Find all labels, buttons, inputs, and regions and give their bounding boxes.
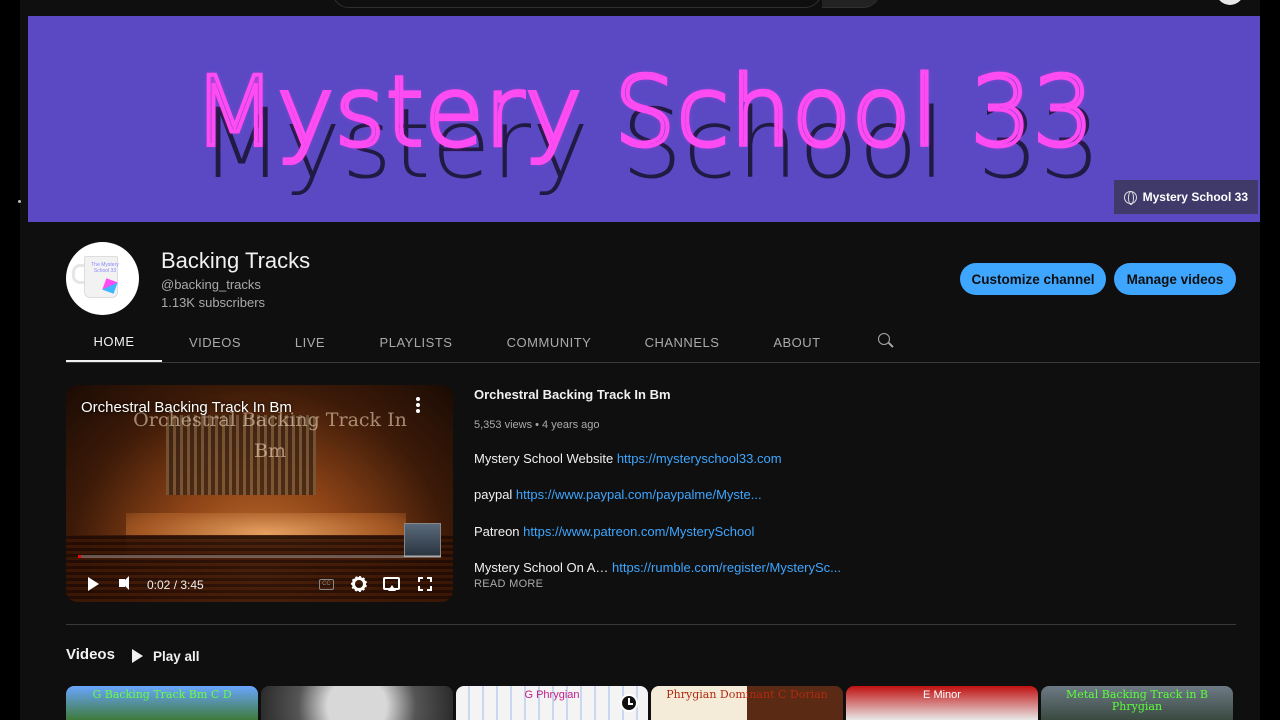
captions-icon[interactable]: CC (319, 579, 334, 590)
line-label: Mystery School On A… (474, 560, 612, 575)
account-avatar[interactable] (1216, 0, 1244, 5)
banner-link-label: Mystery School 33 (1142, 190, 1248, 204)
featured-video-title[interactable]: Orchestral Backing Track In Bm (474, 387, 671, 402)
line-label: Patreon (474, 524, 524, 539)
globe-icon (1123, 190, 1137, 205)
read-more-link[interactable]: READ MORE (474, 578, 543, 590)
end-screen-thumbnail[interactable] (404, 523, 441, 557)
search-handle (888, 342, 894, 348)
watch-later-clock-icon[interactable] (620, 694, 638, 712)
search-input[interactable] (332, 0, 822, 8)
rumble-link[interactable]: https://rumble.com/register/MysterySc... (612, 560, 841, 575)
description-line-patreon: Patreon https://www.patreon.com/MysteryS… (474, 524, 754, 539)
thumbnail-text: G Phrygian (524, 689, 580, 701)
manage-videos-button[interactable]: Manage videos (1114, 263, 1236, 295)
fullscreen-icon[interactable] (418, 577, 432, 591)
channel-avatar[interactable]: The Mystery School 33 (66, 242, 139, 315)
banner-title: Mystery School 33 (191, 54, 1096, 170)
section-divider (66, 624, 1236, 625)
right-window-edge (1260, 0, 1280, 720)
description-line-website: Mystery School Website https://mysterysc… (474, 451, 782, 466)
channel-handle: @backing_tracks (161, 277, 261, 292)
line-label: paypal (474, 487, 516, 502)
player-video-title[interactable]: Orchestral Backing Track In Bm (81, 399, 292, 416)
channel-tabs: HOME VIDEOS LIVE PLAYLISTS COMMUNITY CHA… (66, 322, 1260, 363)
play-all-label: Play all (153, 648, 200, 664)
video-thumbnail[interactable]: Metal Backing Track in B Phrygian (1041, 686, 1233, 720)
progress-bar[interactable] (78, 555, 441, 558)
featured-video-meta: 5,353 views • 4 years ago (474, 419, 600, 431)
playback-time: 0:02 / 3:45 (147, 578, 204, 592)
more-options-icon[interactable] (416, 397, 420, 415)
videos-shelf-title[interactable]: Videos (66, 646, 115, 663)
channel-name: Backing Tracks (161, 248, 311, 273)
tab-videos[interactable]: VIDEOS (176, 322, 254, 362)
customize-channel-button[interactable]: Customize channel (960, 263, 1106, 295)
tab-channels[interactable]: CHANNELS (638, 322, 726, 362)
video-thumbnail[interactable]: Phrygian Dominant C Dorian (651, 686, 843, 720)
mug-text: The Mystery School 33 (91, 262, 119, 274)
patreon-link[interactable]: https://www.patreon.com/MysterySchool (523, 524, 754, 539)
tab-home[interactable]: HOME (66, 322, 162, 362)
play-all-button[interactable]: Play all (132, 646, 200, 666)
videos-shelf: G Backing Track Bm C D G Phrygian Phrygi… (66, 686, 1236, 720)
paypal-link[interactable]: https://www.paypal.com/paypalme/Myste... (516, 487, 762, 502)
video-thumbnail[interactable]: G Backing Track Bm C D (66, 686, 258, 720)
featured-video-player[interactable]: Orchestral Backing Track In Bm Orchestra… (66, 385, 453, 602)
video-thumbnail[interactable]: E Minor (846, 686, 1038, 720)
edge-marker (18, 200, 21, 203)
tab-about[interactable]: ABOUT (764, 322, 830, 362)
channel-banner: Mystery School 33 Mystery School 33 Myst… (28, 16, 1260, 222)
description-line-paypal: paypal https://www.paypal.com/paypalme/M… (474, 487, 762, 502)
website-link[interactable]: https://mysteryschool33.com (617, 451, 782, 466)
banner-website-link[interactable]: Mystery School 33 (1113, 180, 1258, 214)
description-line-rumble: Mystery School On A… https://rumble.com/… (474, 560, 841, 575)
subscriber-count: 1.13K subscribers (161, 295, 266, 310)
tab-live[interactable]: LIVE (282, 322, 338, 362)
tab-community[interactable]: COMMUNITY (499, 322, 599, 362)
play-icon[interactable] (88, 577, 99, 591)
channel-search-icon[interactable] (878, 333, 894, 349)
left-window-edge (0, 0, 21, 720)
search-button[interactable] (822, 0, 880, 8)
video-thumbnail[interactable]: G Phrygian (456, 686, 648, 720)
masthead (20, 0, 1260, 16)
line-label: Mystery School Website (474, 451, 617, 466)
player-controls: 0:02 / 3:45 CC (66, 567, 453, 602)
airplay-icon[interactable] (383, 577, 400, 591)
channel-header: The Mystery School 33 Backing Tracks @ba… (66, 242, 1236, 315)
volume-icon[interactable] (119, 576, 129, 590)
play-icon (132, 649, 143, 663)
tab-playlists[interactable]: PLAYLISTS (372, 322, 460, 362)
settings-gear-icon[interactable] (351, 576, 367, 592)
video-thumbnail[interactable] (261, 686, 453, 720)
progress-fill (78, 555, 82, 558)
